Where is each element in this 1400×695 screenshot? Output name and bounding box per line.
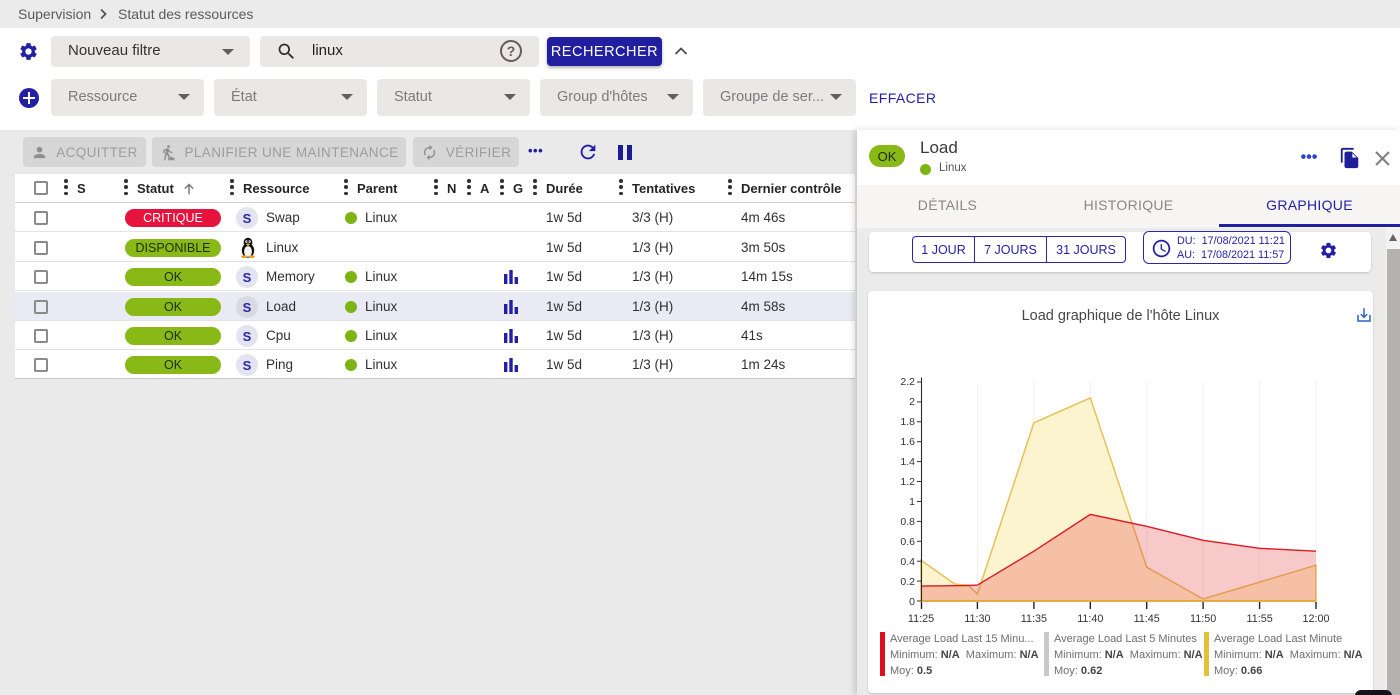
svg-text:1: 1 — [909, 496, 915, 508]
svg-text:0.2: 0.2 — [900, 576, 915, 588]
svg-text:0.4: 0.4 — [900, 556, 915, 568]
svg-text:1.6: 1.6 — [900, 436, 915, 448]
svg-text:0: 0 — [909, 596, 915, 608]
svg-text:11:30: 11:30 — [964, 613, 990, 625]
svg-text:2: 2 — [909, 396, 915, 408]
svg-text:12:00: 12:00 — [1302, 613, 1329, 625]
svg-text:2.2: 2.2 — [900, 376, 915, 388]
svg-text:1.2: 1.2 — [900, 476, 915, 488]
svg-text:11:50: 11:50 — [1190, 613, 1216, 625]
svg-text:0.6: 0.6 — [900, 536, 915, 548]
svg-text:1.4: 1.4 — [900, 456, 915, 468]
svg-text:1.8: 1.8 — [900, 416, 915, 428]
svg-text:11:35: 11:35 — [1021, 613, 1047, 625]
svg-text:0.8: 0.8 — [900, 516, 915, 528]
svg-text:11:55: 11:55 — [1246, 613, 1272, 625]
svg-text:11:45: 11:45 — [1134, 613, 1160, 625]
svg-text:11:25: 11:25 — [908, 613, 934, 625]
svg-text:11:40: 11:40 — [1077, 613, 1103, 625]
